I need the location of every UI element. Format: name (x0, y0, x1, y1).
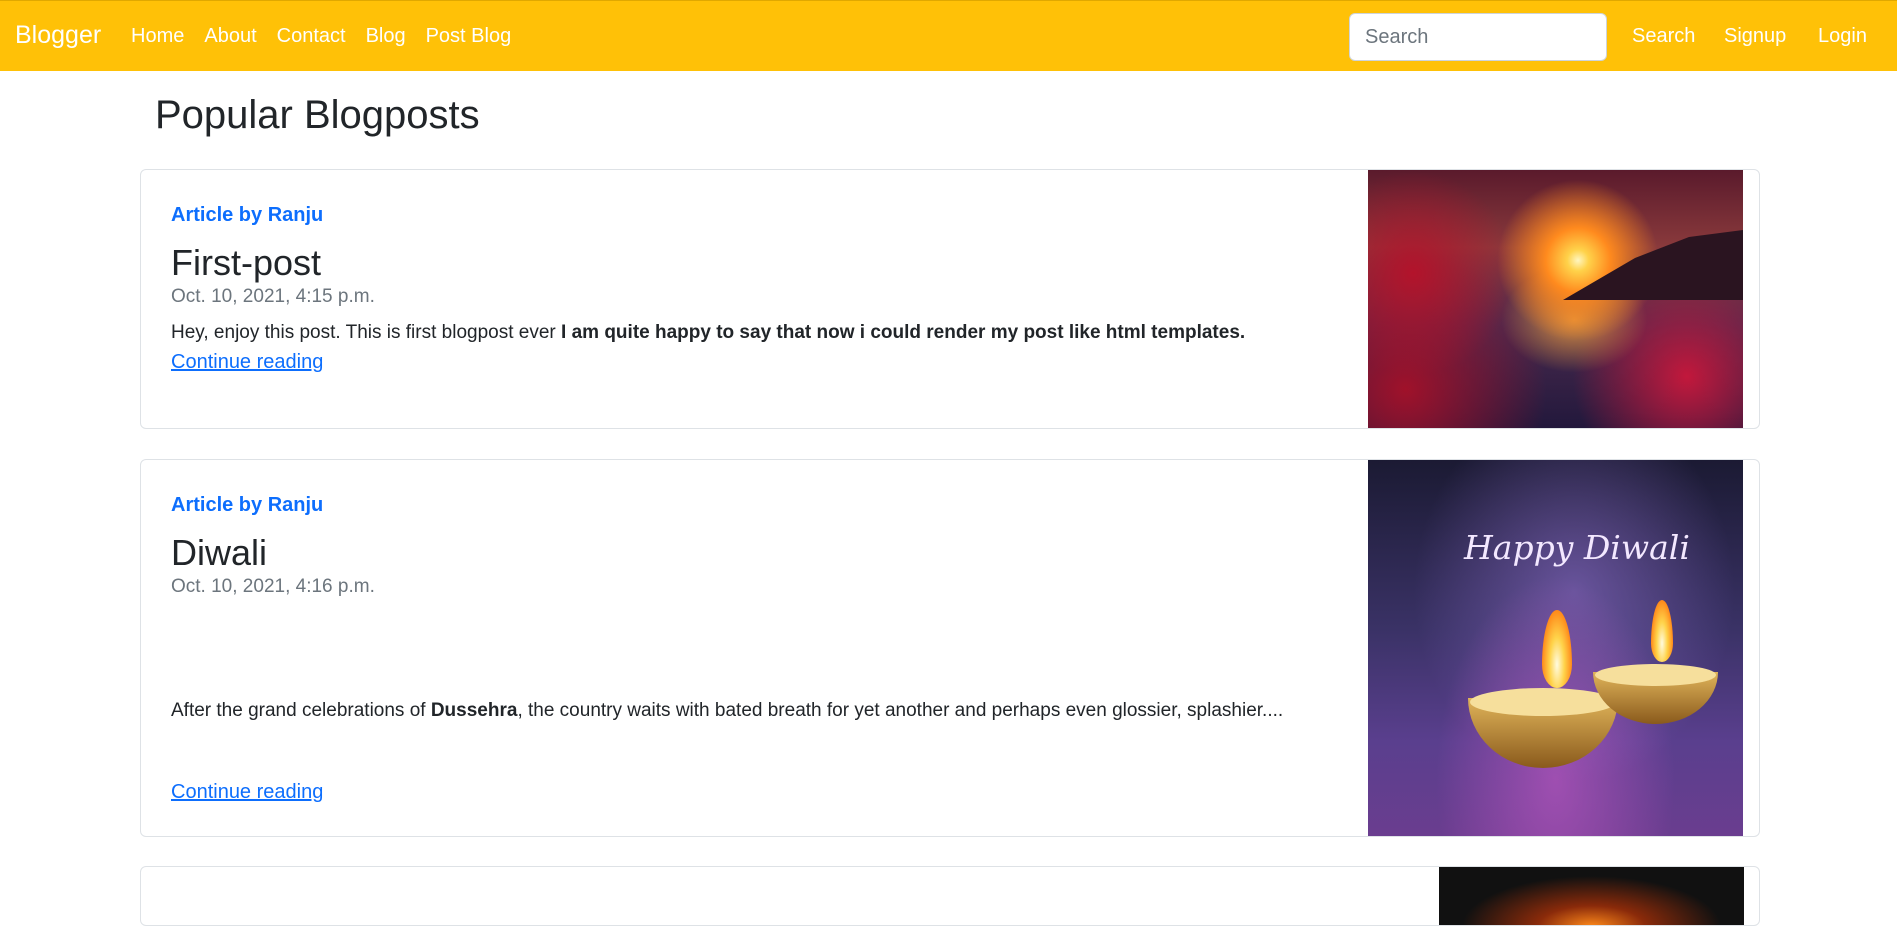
signup-link[interactable]: Signup (1724, 25, 1786, 48)
diya-lamp-rim (1595, 664, 1716, 686)
search-input[interactable] (1349, 13, 1607, 61)
nav-contact[interactable]: Contact (277, 25, 346, 48)
post-date: Oct. 10, 2021, 4:15 p.m. (171, 286, 375, 307)
post-card: Article by Ranju Diwali Oct. 10, 2021, 4… (140, 459, 1760, 837)
continue-reading-link[interactable]: Continue reading (171, 781, 323, 804)
nav-about[interactable]: About (204, 25, 256, 48)
nav-home[interactable]: Home (131, 25, 184, 48)
diwali-image-caption: Happy Diwali (1464, 528, 1690, 567)
flame-icon (1542, 610, 1572, 688)
top-navbar: Blogger Home About Contact Blog Post Blo… (0, 0, 1897, 71)
post-excerpt: After the grand celebrations of Dussehra… (171, 700, 1284, 721)
mountain-silhouette (1563, 230, 1743, 300)
post-excerpt: Hey, enjoy this post. This is first blog… (171, 322, 1246, 343)
happy-diwali-image: Happy Diwali (1368, 460, 1743, 836)
continue-reading-link[interactable]: Continue reading (171, 351, 323, 374)
nav-post-blog[interactable]: Post Blog (426, 25, 512, 48)
sunset-lake-image (1368, 170, 1743, 428)
post-title: First-post (171, 242, 322, 283)
fire-image (1439, 867, 1744, 925)
diya-lamp-rim (1470, 688, 1616, 716)
nav-links: Home About Contact Blog Post Blog (131, 25, 531, 48)
brand-logo[interactable]: Blogger (15, 21, 101, 50)
post-title: Diwali (171, 532, 268, 573)
login-link[interactable]: Login (1818, 25, 1867, 48)
post-author: Article by Ranju (171, 204, 324, 226)
search-button[interactable]: Search (1632, 25, 1695, 48)
page-title: Popular Blogposts (155, 93, 480, 137)
post-card: Article by Ranju First-post Oct. 10, 202… (140, 169, 1760, 429)
flame-icon (1651, 600, 1673, 662)
post-card (140, 866, 1760, 926)
nav-blog[interactable]: Blog (366, 25, 406, 48)
post-author: Article by Ranju (171, 494, 324, 516)
post-date: Oct. 10, 2021, 4:16 p.m. (171, 576, 375, 597)
